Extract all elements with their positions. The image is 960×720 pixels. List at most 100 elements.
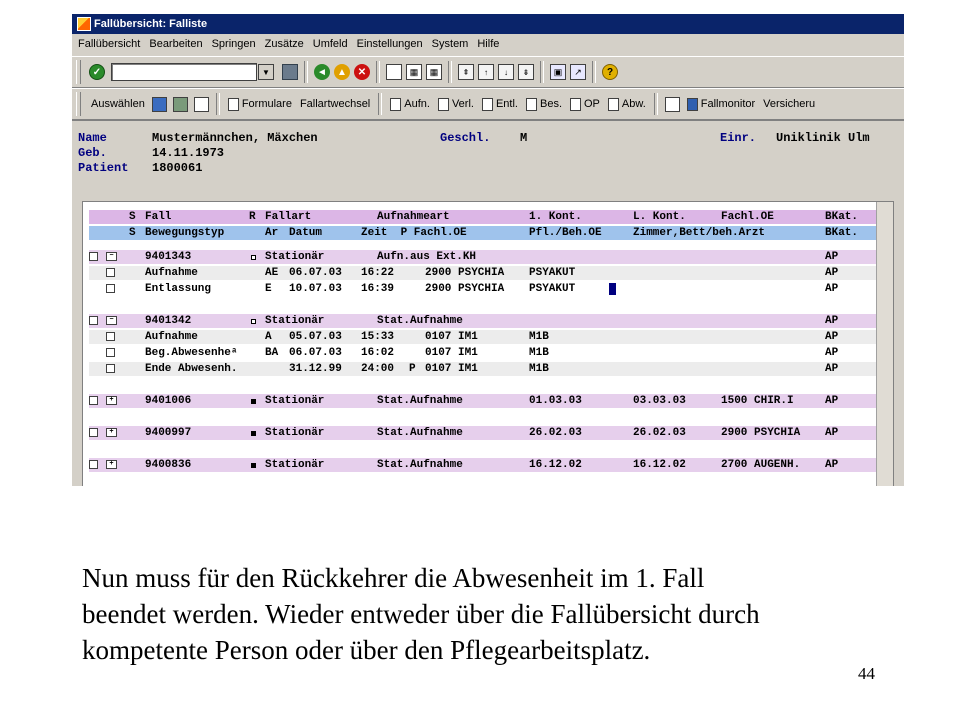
col-header-fall[interactable]: Fall	[145, 210, 171, 224]
row-checkbox[interactable]	[106, 332, 115, 341]
col-header-zimmer[interactable]: Zimmer,Bett/beh.Arzt	[633, 226, 765, 240]
treatment-category: AP	[825, 395, 839, 407]
movement-department: 0107 IM1	[425, 347, 478, 359]
slide-body-text: Nun muss für den Rückkehrer die Abwesenh…	[82, 560, 902, 668]
menu-item-system[interactable]: System	[432, 38, 469, 50]
row-checkbox[interactable]	[106, 268, 115, 277]
col-header-zeit[interactable]: Zeit P Fachl.OE	[361, 226, 467, 240]
enter-check-icon[interactable]: ✓	[89, 64, 105, 80]
facility-label: Einr.	[720, 131, 757, 145]
row-checkbox[interactable]	[106, 364, 115, 373]
col-header-aufnahmeart[interactable]: Aufnahmeart	[377, 210, 450, 224]
expand-icon[interactable]: +	[106, 428, 117, 437]
case-monitor-button[interactable]: Fallmonitor	[686, 97, 755, 111]
calculator-icon[interactable]	[664, 96, 680, 112]
exit-icon[interactable]: ▲	[334, 64, 350, 80]
download-icon[interactable]	[172, 96, 188, 112]
department: 1500 CHIR.I	[721, 395, 794, 407]
previous-page-icon[interactable]: ↑	[478, 64, 494, 80]
document-icon	[437, 97, 449, 111]
expand-icon[interactable]: +	[106, 460, 117, 469]
case-row[interactable]: +9401006 Stationär Stat.Aufnahme 01.03.03 03…	[89, 394, 889, 408]
toolbar-grip[interactable]	[76, 60, 81, 84]
print-icon[interactable]	[386, 64, 402, 80]
movement-row[interactable]: Aufnahme A 05.07.03 15:33 0107 IM1 M1B AP	[89, 330, 889, 344]
col-header-datum[interactable]: Datum	[289, 226, 322, 240]
row-checkbox[interactable]	[89, 428, 98, 437]
visit-button[interactable]: Bes.	[525, 97, 562, 111]
cancel-icon[interactable]: ✕	[354, 64, 370, 80]
case-row[interactable]: − 9401343 Stationär Aufn.aus Ext.KH AP	[89, 250, 889, 264]
menu-item-springen[interactable]: Springen	[212, 38, 256, 50]
row-checkbox[interactable]	[106, 284, 115, 293]
case-type-change-button[interactable]: Fallartwechsel	[300, 98, 370, 110]
help-icon[interactable]: ?	[602, 64, 618, 80]
movement-row[interactable]: Entlassung E 10.07.03 16:39 2900 PSYCHIA PSYA…	[89, 282, 889, 296]
discharge-button[interactable]: Entl.	[481, 97, 518, 111]
col-header-last-contact[interactable]: L. Kont.	[633, 210, 686, 224]
menu-item-fallübersicht[interactable]: Fallübersicht	[78, 38, 140, 50]
first-page-icon[interactable]: ⇞	[458, 64, 474, 80]
movement-row[interactable]: Ende Abwesenh. 31.12.99 24:00 P 0107 IM1 M1B A…	[89, 362, 889, 376]
col-header-ar[interactable]: Ar	[265, 226, 278, 240]
patient-id: 1800061	[152, 161, 203, 175]
col-header-s2[interactable]: S	[129, 226, 136, 240]
sap-window: Fallübersicht: Falliste Fallübersicht Be…	[72, 14, 904, 486]
forms-button[interactable]: Formulare	[227, 97, 292, 111]
collapse-icon[interactable]: −	[106, 316, 117, 325]
movement-row[interactable]: Beg.Abwesenheᵃ BA 06.07.03 16:02 0107 IM1 M1B…	[89, 346, 889, 360]
admission-button[interactable]: Aufn.	[390, 97, 430, 111]
menu-item-einstellungen[interactable]: Einstellungen	[357, 38, 423, 50]
movement-row[interactable]: Aufnahme AE 06.07.03 16:22 2900 PSYCHIA PSYAK…	[89, 266, 889, 280]
movement-date: 05.07.03	[289, 331, 342, 343]
case-type: Stationär	[265, 427, 325, 439]
menu-item-umfeld[interactable]: Umfeld	[313, 38, 348, 50]
new-session-icon[interactable]: ▣	[550, 64, 566, 80]
insurance-button[interactable]: Versicheru	[763, 98, 815, 110]
row-checkbox[interactable]	[106, 348, 115, 357]
col-header-fachl-oe[interactable]: Fachl.OE	[721, 210, 774, 224]
col-header-bewegungstyp[interactable]: Bewegungstyp	[145, 226, 224, 240]
menu-item-hilfe[interactable]: Hilfe	[477, 38, 499, 50]
refresh-icon[interactable]	[151, 96, 167, 112]
find-icon[interactable]: ▦	[406, 64, 422, 80]
save-icon[interactable]	[282, 64, 298, 80]
back-icon[interactable]: ◄	[314, 64, 330, 80]
movement-department: 2900 PSYCHIA	[425, 267, 505, 279]
select-button[interactable]: Auswählen	[91, 98, 145, 110]
expand-icon[interactable]: +	[106, 396, 117, 405]
treatment-category: AP	[825, 315, 839, 327]
col-header-bkat[interactable]: BKat.	[825, 210, 858, 224]
case-row[interactable]: +9400997 Stationär Stat.Aufnahme 26.02.03 26…	[89, 426, 889, 440]
command-field[interactable]	[111, 63, 257, 81]
toolbar-grip[interactable]	[76, 92, 81, 116]
col-header-s[interactable]: S	[129, 210, 136, 224]
command-dropdown-icon[interactable]: ▼	[258, 64, 274, 80]
shortcut-icon[interactable]: ↗	[570, 64, 586, 80]
movement-date: 06.07.03	[289, 267, 342, 279]
last-page-icon[interactable]: ⇟	[518, 64, 534, 80]
nursing-unit: M1B	[529, 331, 549, 343]
col-header-pfl-beh-oe[interactable]: Pfl./Beh.OE	[529, 226, 602, 240]
admission-type: Stat.Aufnahme	[377, 395, 463, 407]
absence-button[interactable]: Abw.	[607, 97, 646, 111]
row-checkbox[interactable]	[89, 460, 98, 469]
layout-icon[interactable]	[193, 96, 209, 112]
case-row[interactable]: − 9401342 Stationär Stat.Aufnahme AP	[89, 314, 889, 328]
menu-item-bearbeiten[interactable]: Bearbeiten	[149, 38, 202, 50]
row-checkbox[interactable]	[89, 316, 98, 325]
row-checkbox[interactable]	[89, 396, 98, 405]
col-header-bkat2[interactable]: BKat.	[825, 226, 858, 240]
transfer-button[interactable]: Verl.	[437, 97, 474, 111]
col-header-fallart[interactable]: Fallart	[265, 210, 311, 224]
menu-item-zusaetze[interactable]: Zusätze	[265, 38, 304, 50]
row-checkbox[interactable]	[89, 252, 98, 261]
case-row[interactable]: +9400836 Stationär Stat.Aufnahme 16.12.02 16…	[89, 458, 889, 472]
col-header-r[interactable]: R	[249, 210, 256, 224]
vertical-scrollbar[interactable]	[876, 202, 893, 486]
find-next-icon[interactable]: ▦	[426, 64, 442, 80]
col-header-first-contact[interactable]: 1. Kont.	[529, 210, 582, 224]
next-page-icon[interactable]: ↓	[498, 64, 514, 80]
op-button[interactable]: OP	[570, 97, 600, 111]
collapse-icon[interactable]: −	[106, 252, 117, 261]
